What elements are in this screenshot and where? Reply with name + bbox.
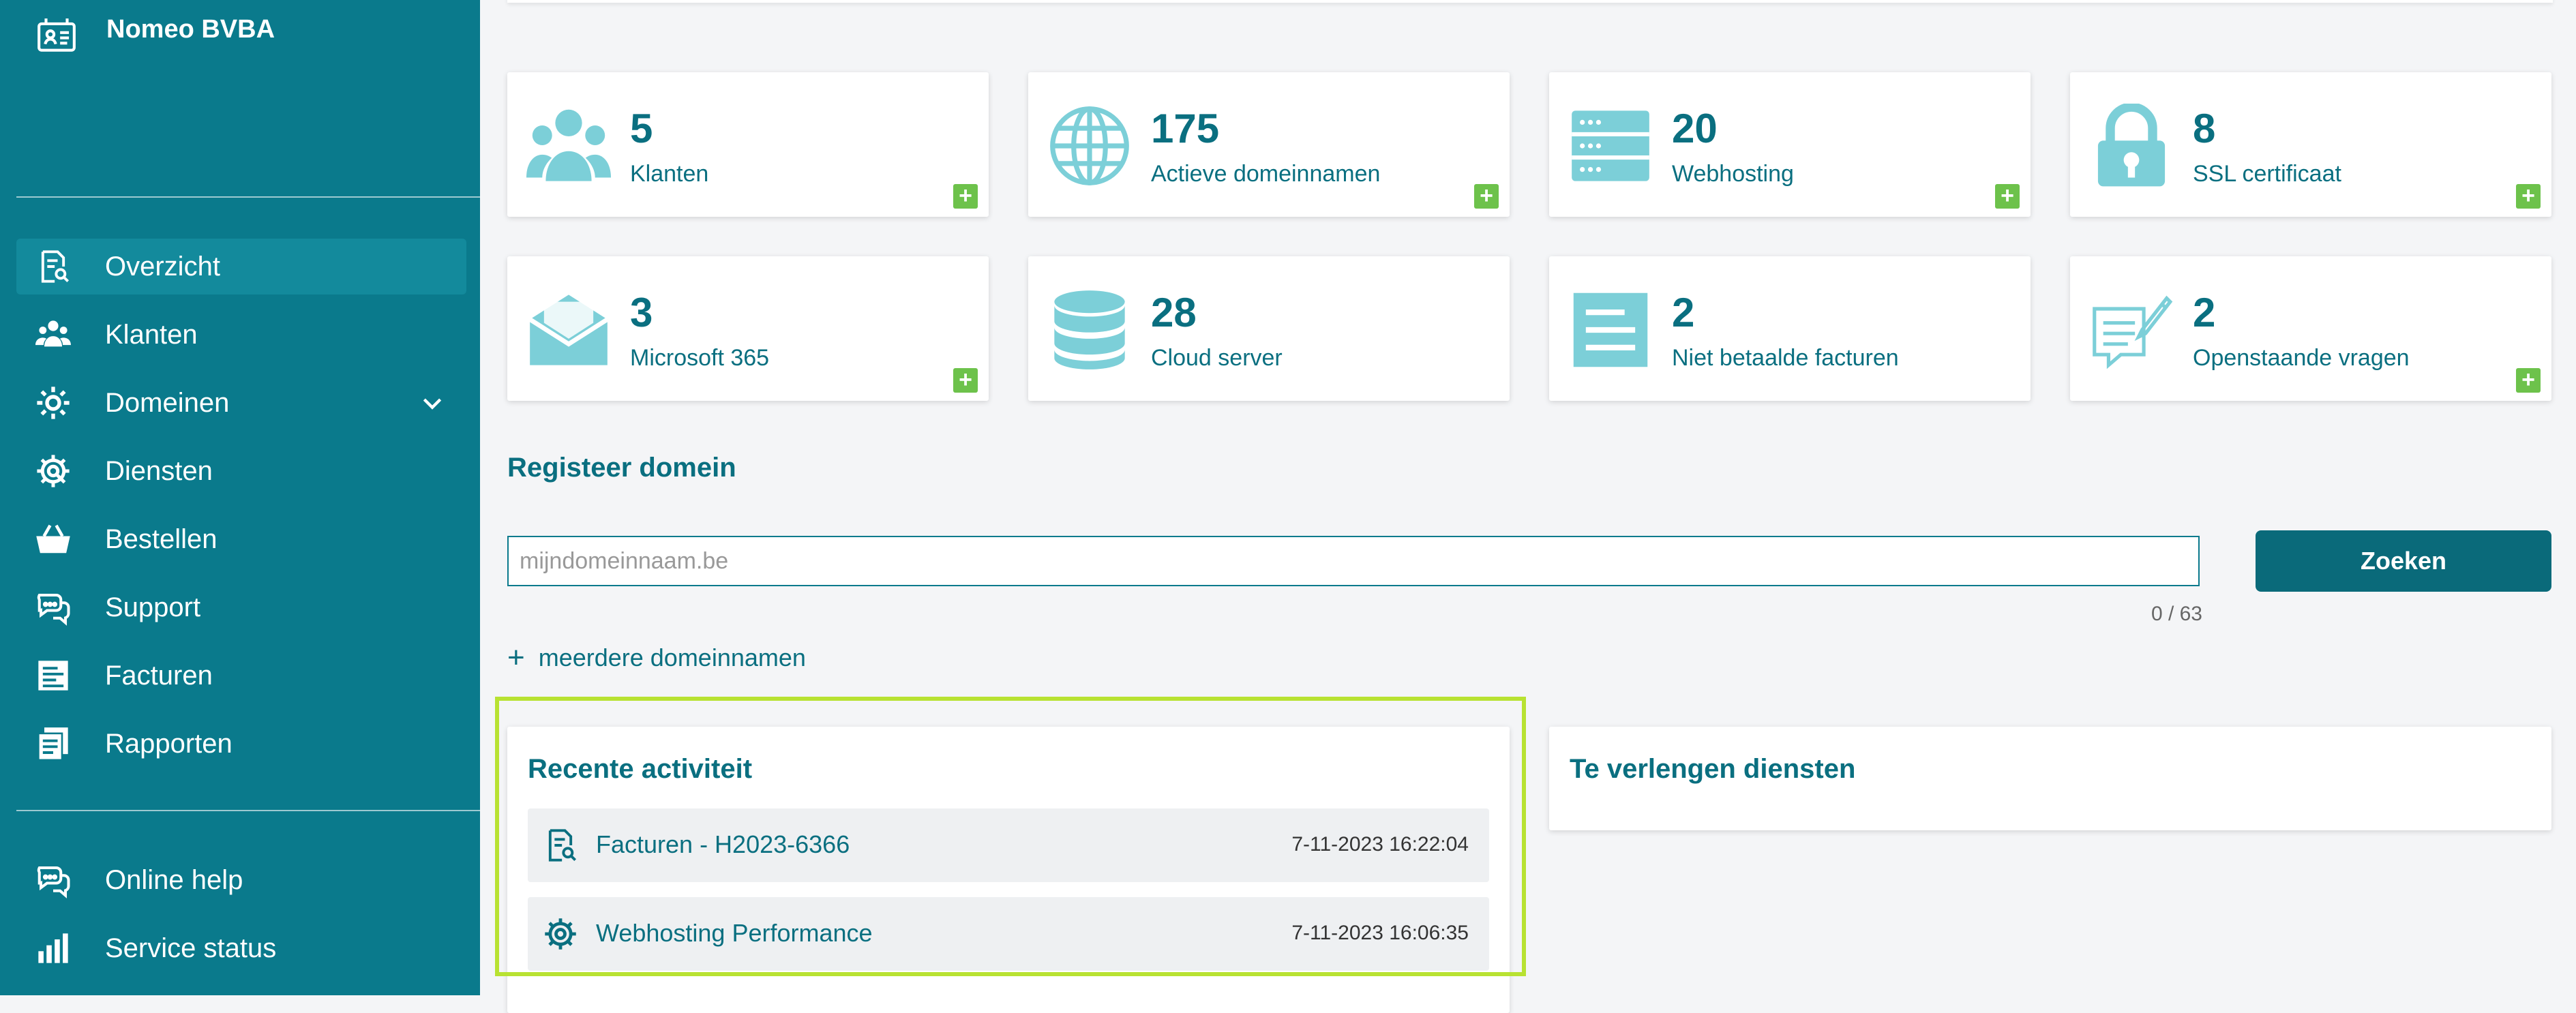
plus-icon: + [507,641,525,674]
nav-label: Domeinen [105,387,230,418]
stat-card-cloud-server[interactable]: 28 Cloud server [1028,256,1510,401]
stat-label: Webhosting [1672,161,1794,187]
envelope-icon [528,294,609,365]
sidebar-divider [16,810,480,811]
recent-activity-panel: Recente activiteit Facturen - H2023-6366… [507,727,1510,1013]
stat-count: 28 [1151,290,1197,335]
domain-search-input[interactable] [507,536,2200,586]
chevron-down-icon[interactable] [419,389,446,417]
chat-help-icon [34,861,72,899]
nav-label: Facturen [105,660,213,691]
stat-label: Microsoft 365 [630,345,770,371]
document-search-icon [548,829,577,862]
register-domain-title: Registeer domein [507,453,736,483]
stat-card-webhosting[interactable]: 20 Webhosting + [1549,72,2031,217]
nav-item-service-status[interactable]: Service status [16,920,466,976]
chat-icon [34,588,72,626]
globe-icon [1050,106,1129,185]
basket-icon [34,520,72,558]
stat-label: Klanten [630,161,709,187]
nav-item-overzicht[interactable]: Overzicht [16,239,466,294]
stat-card-domeinnamen[interactable]: 175 Actieve domeinnamen + [1028,72,1510,217]
activity-row[interactable]: Facturen - H2023-6366 7-11-2023 16:22:04 [528,808,1489,882]
stat-label: Actieve domeinnamen [1151,161,1381,187]
nav-item-klanten[interactable]: Klanten [16,307,466,363]
nav-label: Online help [105,864,243,895]
add-button[interactable]: + [1995,184,2020,209]
stat-card-microsoft365[interactable]: 3 Microsoft 365 + [507,256,989,401]
nav-label: Bestellen [105,524,218,554]
stat-count: 20 [1672,106,1718,151]
lock-icon [2097,104,2166,187]
stat-count: 2 [2193,290,2216,335]
brand-name: Nomeo BVBA [106,15,275,44]
stat-count: 8 [2193,106,2216,151]
renew-services-title: Te verlengen diensten [1570,754,1856,784]
nav-item-domeinen[interactable]: Domeinen [16,375,466,431]
stat-label: Cloud server [1151,345,1283,371]
nav-item-bestellen[interactable]: Bestellen [16,511,466,567]
database-icon [1054,290,1125,369]
nav-item-rapporten[interactable]: Rapporten [16,716,466,772]
more-domains-label: meerdere domeinnamen [538,644,806,671]
add-button[interactable]: + [953,184,978,209]
nav-item-diensten[interactable]: Diensten [16,443,466,499]
chat-form-icon [2093,295,2173,369]
stat-card-facturen[interactable]: 2 Niet betaalde facturen [1549,256,2031,401]
top-card-edge [507,0,2553,3]
server-icon [1572,110,1649,181]
stat-count: 3 [630,290,653,335]
gear-service-icon [545,918,576,950]
contact-card-icon [38,18,76,52]
nav-label: Support [105,592,201,622]
search-button[interactable]: Zoeken [2256,530,2551,592]
activity-row[interactable]: Webhosting Performance 7-11-2023 16:06:3… [528,897,1489,971]
recent-activity-title: Recente activiteit [528,754,753,784]
brand[interactable]: Nomeo BVBA [35,15,275,57]
sidebar: Nomeo BVBA Overzicht Klanten Domeinen Di… [0,0,480,995]
nav-item-support[interactable]: Support [16,579,466,635]
activity-timestamp: 7-11-2023 16:22:04 [1291,833,1469,856]
users-icon [34,316,72,354]
nav-label: Overzicht [105,251,220,282]
stat-count: 5 [630,106,653,151]
activity-label: Facturen - H2023-6366 [596,830,850,858]
stat-card-ssl[interactable]: 8 SSL certificaat + [2070,72,2551,217]
nav-item-facturen[interactable]: Facturen [16,648,466,704]
bar-chart-icon [34,929,72,967]
activity-timestamp: 7-11-2023 16:06:35 [1291,922,1469,944]
reports-icon [34,725,72,763]
gear-icon [34,384,72,422]
stat-count: 2 [1672,290,1695,335]
add-button[interactable]: + [1474,184,1499,209]
main-content: 5 Klanten + 175 Actieve domeinnamen + 20… [480,0,2576,1013]
users-icon [526,109,611,181]
character-counter: 0 / 63 [2151,603,2202,625]
activity-label: Webhosting Performance [596,919,873,947]
stat-label: Openstaande vragen [2193,345,2410,371]
nav-item-online-help[interactable]: Online help [16,852,466,908]
renew-services-panel: Te verlengen diensten [1549,727,2551,830]
nav-label: Rapporten [105,728,233,759]
nav-label: Klanten [105,319,198,350]
add-button[interactable]: + [953,368,978,393]
gear-service-icon [34,452,72,490]
stat-card-vragen[interactable]: 2 Openstaande vragen + [2070,256,2551,401]
add-button[interactable]: + [2516,368,2541,393]
add-button[interactable]: + [2516,184,2541,209]
stat-count: 175 [1151,106,1220,151]
stat-label: Niet betaalde facturen [1672,345,1899,371]
nav-label: Service status [105,933,277,963]
stat-card-klanten[interactable]: 5 Klanten + [507,72,989,217]
invoice-lines-icon [1573,292,1648,367]
more-domains-link[interactable]: + meerdere domeinnamen [507,641,806,674]
nav-label: Diensten [105,455,213,486]
sidebar-divider [16,196,480,198]
stat-label: SSL certificaat [2193,161,2341,187]
invoice-icon [34,656,72,695]
document-search-icon [34,247,72,286]
